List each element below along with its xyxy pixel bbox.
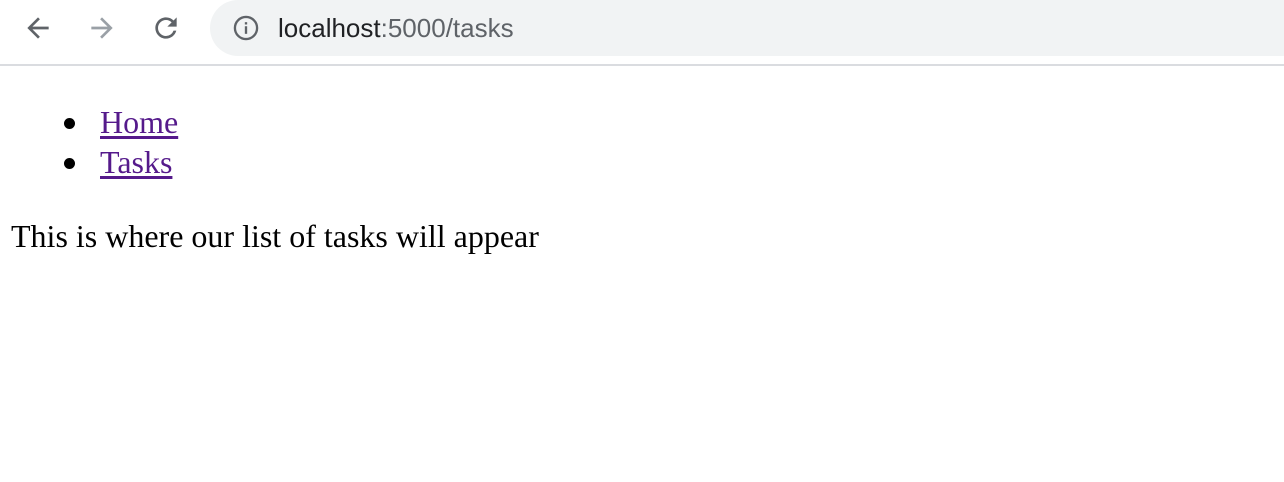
arrow-left-icon xyxy=(27,17,49,39)
reload-icon xyxy=(155,17,177,39)
back-button[interactable] xyxy=(18,8,58,48)
url-text[interactable]: localhost:5000/tasks xyxy=(278,13,514,44)
arrow-right-icon xyxy=(91,17,113,39)
home-link[interactable]: Home xyxy=(100,104,178,140)
page-content: Home Tasks This is where our list of tas… xyxy=(0,66,1284,482)
tasks-link[interactable]: Tasks xyxy=(100,144,172,180)
bullet-icon xyxy=(64,118,75,129)
browser-toolbar: localhost:5000/tasks xyxy=(0,0,1284,66)
address-bar[interactable]: localhost:5000/tasks xyxy=(210,0,1284,56)
body-text: This is where our list of tasks will app… xyxy=(11,218,539,254)
reload-button[interactable] xyxy=(146,8,186,48)
info-circle-icon[interactable] xyxy=(232,14,260,42)
list-item: Tasks xyxy=(64,142,178,182)
list-item: Home xyxy=(64,102,178,142)
url-host: localhost xyxy=(278,12,381,43)
nav-list: Home Tasks xyxy=(0,102,178,182)
url-path: :5000/tasks xyxy=(380,12,514,43)
forward-button[interactable] xyxy=(82,8,122,48)
bullet-icon xyxy=(64,158,75,169)
